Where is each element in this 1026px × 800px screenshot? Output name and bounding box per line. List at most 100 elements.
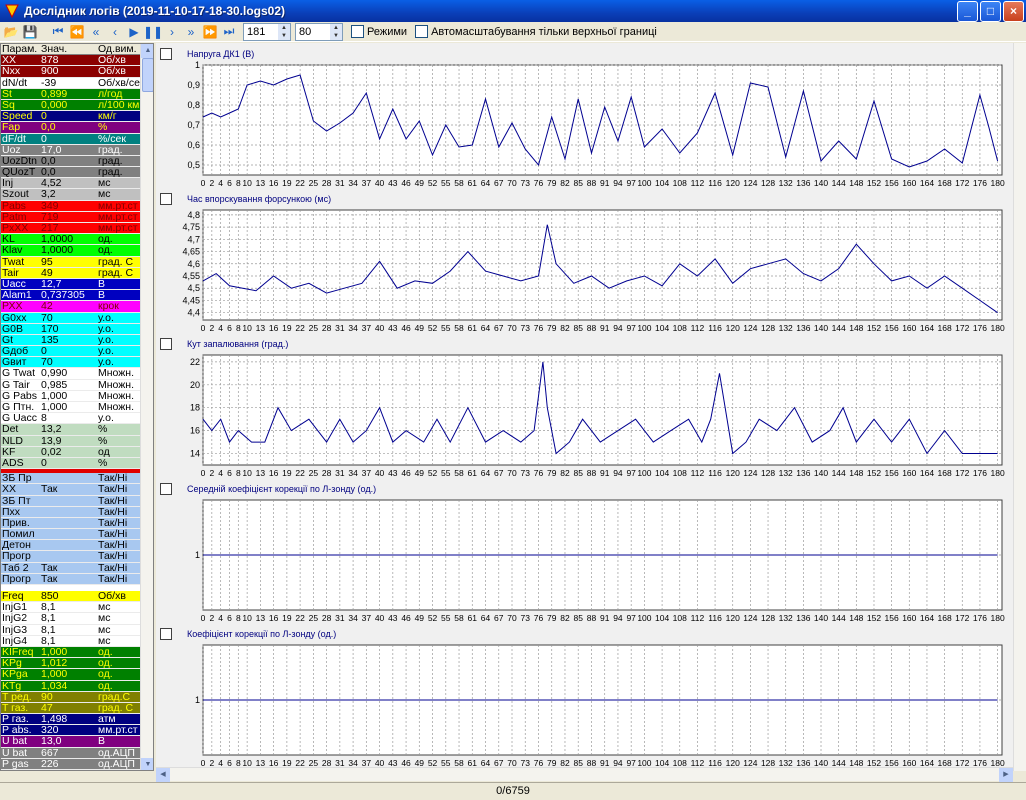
- param-row[interactable]: Det 13,2%: [1, 424, 141, 436]
- param-cell-v: Так: [39, 573, 96, 584]
- flag-row[interactable]: Пхх Так/Ні: [1, 506, 141, 518]
- param-row[interactable]: P gas 226 од.АЦП: [1, 758, 141, 770]
- scroll-up-icon[interactable]: ▲: [141, 44, 153, 58]
- pause-icon[interactable]: ❚❚: [143, 23, 163, 41]
- param-row[interactable]: Uacc 12,7 В: [1, 278, 141, 291]
- param-row[interactable]: InjG3 8,1 мс: [1, 624, 141, 636]
- x-tick-label: 37: [362, 323, 372, 333]
- step-back-icon[interactable]: ‹: [106, 23, 124, 41]
- param-row[interactable]: Freq 850 Об/хв: [1, 591, 141, 603]
- flag-row[interactable]: ЗБ Пр Так/Ні: [1, 473, 141, 485]
- save-icon[interactable]: 💾: [21, 23, 39, 41]
- fast-forward-icon[interactable]: »: [182, 23, 200, 41]
- scroll-right-icon[interactable]: ▶: [999, 768, 1013, 782]
- param-row[interactable]: T ред. 90 град.С: [1, 691, 141, 703]
- flag-row[interactable]: ЗБ Пт Так/Ні: [1, 495, 141, 507]
- flag-row[interactable]: Прогр Так/Ні: [1, 551, 141, 563]
- param-row[interactable]: U bat 13,0 В: [1, 736, 141, 748]
- spin-arrows-icon[interactable]: ▲ ▼: [330, 23, 342, 40]
- param-row[interactable]: KPga 1,000 од.: [1, 669, 141, 681]
- position-spinner[interactable]: ▲▼: [243, 22, 291, 41]
- window-input[interactable]: [296, 23, 330, 40]
- flag-row[interactable]: Таб 2 Так Так/Ні: [1, 562, 141, 574]
- rewind-to-start-icon[interactable]: ⏮: [49, 23, 67, 41]
- flag-row[interactable]: Прив. Так/Ні: [1, 517, 141, 530]
- step-forward-icon[interactable]: ›: [163, 23, 181, 41]
- scrollbar-thumb[interactable]: [142, 58, 153, 92]
- param-row[interactable]: Gвит 70 у.о.: [1, 357, 141, 369]
- autoscale-checkbox[interactable]: [415, 25, 429, 38]
- flag-row[interactable]: Прогр Так Так/Ні: [1, 573, 141, 585]
- param-row[interactable]: ADS 0%: [1, 457, 141, 470]
- param-row[interactable]: P газ. 1,498 атм: [1, 714, 141, 726]
- param-row[interactable]: InjG4 8,1 мс: [1, 635, 141, 647]
- scroll-down-icon[interactable]: ▼: [141, 758, 153, 770]
- param-row[interactable]: G Twat 0,990 Множн.: [1, 368, 141, 380]
- param-row[interactable]: St 0,899 л/год: [1, 88, 141, 100]
- param-row[interactable]: XX 878 Об/хв: [1, 55, 141, 67]
- param-row[interactable]: Uoz 17,0 град.: [1, 144, 141, 156]
- x-tick-label: 112: [691, 323, 705, 333]
- x-tick-label: 132: [779, 323, 793, 333]
- spin-arrows-icon[interactable]: ▲ ▼: [278, 23, 290, 40]
- window-spinner[interactable]: ▲▼: [295, 22, 343, 41]
- param-row[interactable]: Patm 719 мм.рт.ст: [1, 211, 141, 223]
- param-row[interactable]: Sq 0,000 л/100 км: [1, 99, 141, 112]
- open-folder-icon[interactable]: 📂: [2, 23, 20, 41]
- param-row[interactable]: Szout 3,2 мс: [1, 189, 141, 201]
- param-row[interactable]: G0B 170 у.о.: [1, 323, 141, 335]
- minimize-button[interactable]: _: [957, 0, 978, 22]
- param-row[interactable]: PxXX 217 мм.рт.ст: [1, 223, 141, 235]
- param-row[interactable]: dF/dt 0 %/сек: [1, 133, 141, 145]
- param-row[interactable]: Pabs 349 мм.рт.ст: [1, 200, 141, 212]
- param-row[interactable]: G Pabs 1,000 Множн.: [1, 390, 141, 402]
- param-row[interactable]: KTg 1,034 од.: [1, 680, 141, 692]
- param-row[interactable]: Nxx 900 Об/хв: [1, 66, 141, 78]
- param-row[interactable]: KPg 1,012 од.: [1, 658, 141, 670]
- x-tick-label: 43: [388, 613, 398, 623]
- param-row[interactable]: KL 1,0000 од.: [1, 234, 141, 246]
- flag-row[interactable]: Детон Так/Ні: [1, 540, 141, 552]
- charts-horizontal-scrollbar[interactable]: ◀ ▶: [156, 767, 1013, 782]
- scroll-left-icon[interactable]: ◀: [156, 768, 170, 782]
- fast-back-icon[interactable]: «: [87, 23, 105, 41]
- param-row[interactable]: InjG2 8,1 мс: [1, 613, 141, 625]
- param-row[interactable]: Twat 95 град. С: [1, 256, 141, 268]
- param-row[interactable]: U bat 667 од.АЦП: [1, 747, 141, 759]
- param-cell-u: мм.рт.ст: [96, 725, 141, 736]
- param-row[interactable]: Gt 135 у.о.: [1, 334, 141, 347]
- param-row[interactable]: G0xx 70 у.о.: [1, 312, 141, 324]
- param-row[interactable]: KIFreq 1,000 од.: [1, 646, 141, 659]
- param-row[interactable]: Fap 0,0%: [1, 122, 141, 134]
- skip-back-icon[interactable]: ⏪: [68, 23, 86, 41]
- maximize-button[interactable]: □: [980, 0, 1001, 22]
- close-button[interactable]: ×: [1003, 0, 1024, 22]
- skip-forward-icon[interactable]: ⏩: [201, 23, 219, 41]
- param-row[interactable]: Gдоб 0 у.о.: [1, 346, 141, 358]
- param-row[interactable]: Alam1 0,737305 В: [1, 290, 141, 302]
- position-input[interactable]: [244, 23, 278, 40]
- modes-checkbox[interactable]: [351, 25, 364, 38]
- param-row[interactable]: T газ. 47 град. С: [1, 702, 141, 715]
- flag-row[interactable]: XX Так Так/Ні: [1, 484, 141, 496]
- param-row[interactable]: Tair 49 град. С: [1, 267, 141, 279]
- param-row[interactable]: Speed 0 км/г: [1, 111, 141, 123]
- param-row[interactable]: KF 0,02 од: [1, 446, 141, 458]
- param-row[interactable]: Klav 1,0000 од.: [1, 245, 141, 257]
- param-row[interactable]: InjG1 8,1 мс: [1, 602, 141, 614]
- param-row[interactable]: РХХ 42 крок: [1, 301, 141, 313]
- param-row[interactable]: Inj 4,52 мс: [1, 178, 141, 190]
- play-icon[interactable]: ▶: [125, 23, 143, 41]
- charts-vertical-scrollbar[interactable]: [1013, 43, 1026, 771]
- param-row[interactable]: dN/dt -39 Об/хв/сек: [1, 77, 141, 89]
- param-row[interactable]: G Uacc 8 у.о.: [1, 413, 141, 425]
- param-row[interactable]: P abs. 320 мм.рт.ст: [1, 725, 141, 737]
- param-row[interactable]: QUozT 0,0 град.: [1, 167, 141, 179]
- param-row[interactable]: G Птн. 1,000 Множн.: [1, 402, 141, 414]
- param-row[interactable]: UozDtn 0,0 град.: [1, 155, 141, 168]
- flag-row[interactable]: Помил Так/Ні: [1, 529, 141, 541]
- param-row[interactable]: NLD 13,9%: [1, 435, 141, 447]
- parameters-scrollbar[interactable]: ▲ ▼: [140, 44, 153, 770]
- forward-to-end-icon[interactable]: ⏭: [220, 23, 238, 41]
- param-row[interactable]: G Tair 0,985 Множн.: [1, 379, 141, 391]
